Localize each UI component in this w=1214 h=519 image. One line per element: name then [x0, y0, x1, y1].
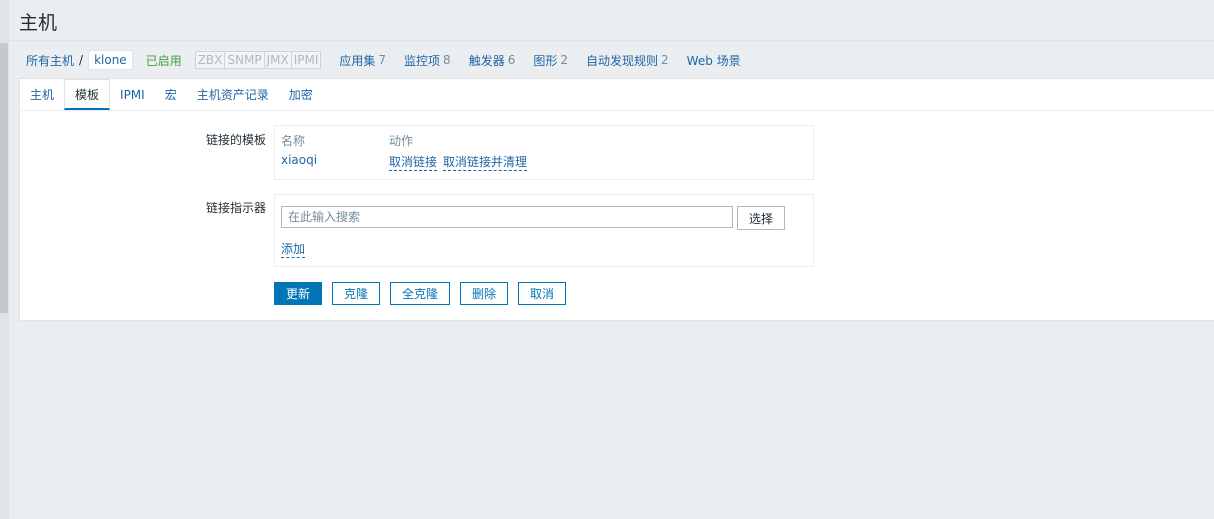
link-new-templates-box: 选择 添加 [274, 194, 814, 267]
availability-indicators: ZBX SNMP JMX IPMI [194, 51, 322, 69]
cancel-button[interactable]: 取消 [518, 282, 566, 305]
breadcrumb-graphs[interactable]: 图形 2 [533, 52, 568, 69]
breadcrumb-all-hosts[interactable]: 所有主机 [26, 52, 74, 69]
unlink-button[interactable]: 取消链接 [389, 153, 438, 171]
breadcrumb-items[interactable]: 监控项 8 [404, 52, 451, 69]
triggers-link[interactable]: 触发器 [469, 52, 505, 69]
graphs-count: 2 [560, 53, 568, 67]
col-action-header: 动作 [389, 134, 414, 148]
tab-encryption[interactable]: 加密 [279, 79, 323, 110]
breadcrumb-discovery-rules[interactable]: 自动发现规则 2 [586, 52, 669, 69]
tab-bar: 主机 模板 IPMI 宏 主机资产记录 加密 [20, 79, 1214, 111]
breadcrumb-applications[interactable]: 应用集 7 [339, 52, 386, 69]
select-button[interactable]: 选择 [737, 206, 785, 230]
full-clone-button[interactable]: 全克隆 [390, 282, 450, 305]
host-status-enabled[interactable]: 已启用 [146, 52, 182, 69]
page-title: 主机 [19, 12, 58, 34]
scrollbar-thumb[interactable] [0, 43, 8, 313]
title-divider [9, 40, 1214, 41]
triggers-count: 6 [507, 53, 516, 67]
breadcrumb-web-scenarios[interactable]: Web 场景 [687, 52, 741, 69]
items-link[interactable]: 监控项 [404, 52, 440, 69]
linked-templates-label: 链接的模板 [205, 133, 266, 147]
applications-link[interactable]: 应用集 [339, 52, 375, 69]
breadcrumb: 所有主机 / klone 已启用 ZBX SNMP JMX IPMI 应用集 7… [19, 48, 741, 72]
template-search-input[interactable] [281, 206, 733, 228]
col-name-header: 名称 [281, 134, 306, 148]
link-new-templates-label: 链接指示器 [205, 201, 266, 215]
graphs-link[interactable]: 图形 [533, 52, 557, 69]
availability-jmx: JMX [264, 52, 292, 68]
discovery-rules-link[interactable]: 自动发现规则 [586, 52, 658, 69]
web-scenarios-link[interactable]: Web 场景 [687, 52, 741, 69]
items-count: 8 [443, 53, 451, 67]
discovery-rules-count: 2 [661, 53, 669, 67]
template-name-link[interactable]: xiaoqi [281, 153, 317, 167]
tab-templates[interactable]: 模板 [64, 79, 111, 110]
tab-inventory[interactable]: 主机资产记录 [187, 79, 279, 110]
applications-count: 7 [378, 53, 387, 67]
availability-snmp: SNMP [225, 52, 265, 68]
tab-macros[interactable]: 宏 [155, 79, 187, 110]
delete-button[interactable]: 删除 [460, 282, 508, 305]
unlink-and-clear-button[interactable]: 取消链接并清理 [443, 153, 528, 171]
breadcrumb-triggers[interactable]: 触发器 6 [469, 52, 516, 69]
availability-ipmi: IPMI [291, 52, 321, 68]
host-form-panel: 主机 模板 IPMI 宏 主机资产记录 加密 链接的模板 名称 动作 xiaoq… [19, 78, 1214, 321]
availability-zbx: ZBX [195, 52, 226, 68]
tab-host[interactable]: 主机 [20, 79, 64, 110]
update-button[interactable]: 更新 [274, 282, 322, 305]
breadcrumb-current-host[interactable]: klone [88, 50, 133, 70]
tab-ipmi[interactable]: IPMI [110, 79, 155, 110]
linked-templates-table: 名称 动作 xiaoqi 取消链接 取消链接并清理 [274, 125, 814, 180]
clone-button[interactable]: 克隆 [332, 282, 380, 305]
add-link[interactable]: 添加 [281, 240, 306, 258]
breadcrumb-separator: / [79, 53, 84, 67]
